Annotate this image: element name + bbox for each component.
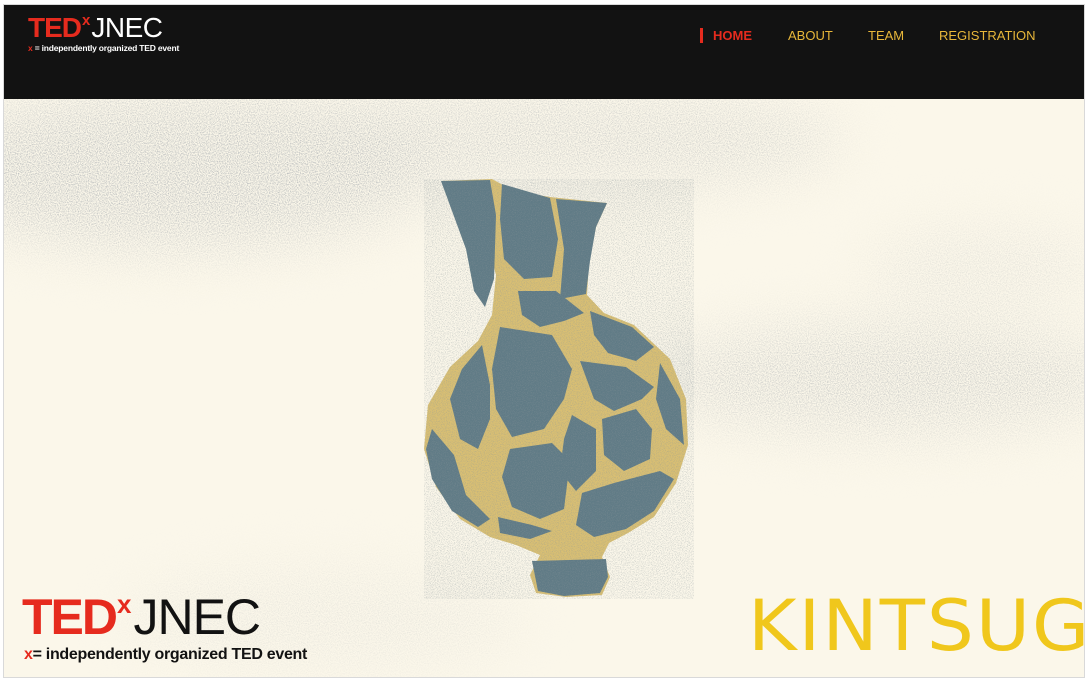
header-logo[interactable]: TEDxJNEC x = independently organized TED… (28, 12, 208, 56)
nav-home[interactable]: HOME (713, 25, 752, 47)
nav-about[interactable]: ABOUT (788, 25, 833, 47)
nav-active-indicator (700, 28, 703, 43)
browser-viewport: TEDxJNEC x = independently organized TED… (4, 5, 1084, 677)
nav-team[interactable]: TEAM (868, 25, 904, 47)
hero-logo-tagline-x: x (24, 646, 33, 663)
kintsugi-vase-illustration (424, 179, 694, 599)
logo-name: JNEC (91, 12, 163, 43)
logo-ted: TED (28, 12, 82, 43)
main-nav: HOME ABOUT TEAM REGISTRATION (700, 25, 1084, 47)
hero-logo-x: x (117, 589, 132, 619)
kintsugi-wordmark: KINTSUGI (748, 591, 1084, 671)
logo-tagline: x = independently organized TED event (28, 43, 179, 53)
nav-registration[interactable]: REGISTRATION (939, 25, 1036, 47)
hero-logo-tagline: x= independently organized TED event (24, 646, 307, 664)
site-header: TEDxJNEC x = independently organized TED… (4, 5, 1084, 99)
logo-x: x (82, 12, 91, 29)
hero-logo-tagline-text: = independently organized TED event (32, 646, 308, 663)
hero-logo-name: JNEC (133, 589, 261, 645)
hero-logo-ted: TED (22, 589, 118, 645)
hero-logo: TEDxJNEC x= independently organized TED … (22, 589, 352, 672)
hero-banner: TEDxJNEC x= independently organized TED … (4, 99, 1084, 677)
kintsugi-title: KINTSUGI (748, 585, 1084, 667)
logo-tagline-x: x (28, 43, 33, 53)
logo-tagline-text: = independently organized TED event (34, 43, 180, 53)
